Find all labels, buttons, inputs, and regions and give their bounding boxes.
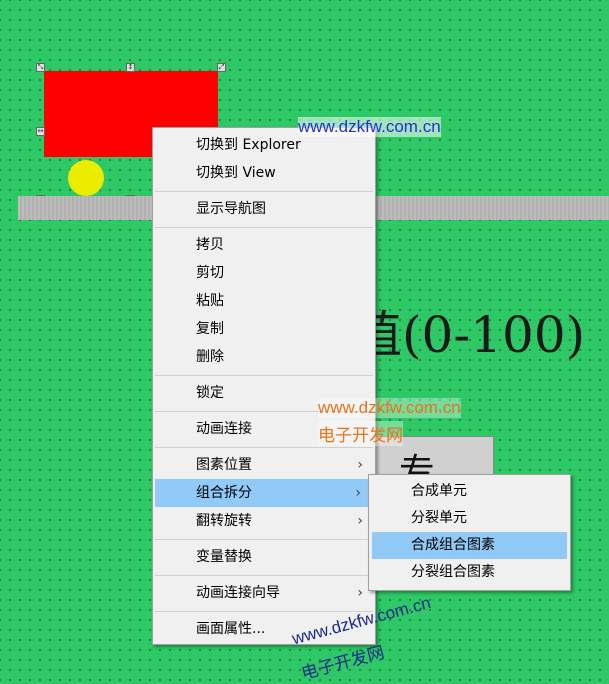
menu-item-duplicate[interactable]: 复制 xyxy=(153,315,375,343)
menu-separator xyxy=(155,575,373,576)
submenu-item-merge-group[interactable]: 合成组合图素 xyxy=(372,532,567,559)
yellow-circle-shape[interactable] xyxy=(68,160,104,196)
submenu-item-merge-unit[interactable]: 合成单元 xyxy=(369,478,570,505)
menu-item-variable-replace[interactable]: 变量替换 xyxy=(153,543,375,571)
chevron-right-icon: › xyxy=(357,585,363,601)
menu-item-label: 组合拆分 xyxy=(196,485,252,501)
resize-handle-icon[interactable]: ↕ xyxy=(126,63,135,72)
menu-item-cut[interactable]: 剪切 xyxy=(153,259,375,287)
menu-item-delete[interactable]: 删除 xyxy=(153,343,375,371)
menu-item-label: 图素位置 xyxy=(196,457,252,473)
resize-handle-icon[interactable]: ↔ xyxy=(36,127,45,136)
menu-item-element-position[interactable]: 图素位置 › xyxy=(153,451,375,479)
menu-item-label: 翻转旋转 xyxy=(196,513,252,529)
watermark-cn: 电子开发网 xyxy=(318,421,403,446)
menu-separator xyxy=(155,447,373,448)
group-split-submenu: 合成单元 分裂单元 合成组合图素 分裂组合图素 xyxy=(368,474,571,591)
menu-separator xyxy=(155,611,373,612)
submenu-item-split-group[interactable]: 分裂组合图素 xyxy=(369,559,570,586)
menu-item-flip-rotate[interactable]: 翻转旋转 › xyxy=(153,507,375,535)
menu-separator xyxy=(155,375,373,376)
menu-item-copy[interactable]: 拷贝 xyxy=(153,231,375,259)
menu-item-show-navigator[interactable]: 显示导航图 xyxy=(153,195,375,223)
context-menu: 切换到 Explorer 切换到 View 显示导航图 拷贝 剪切 粘贴 复制 … xyxy=(152,127,376,645)
chevron-right-icon: › xyxy=(357,457,363,473)
resize-handle-icon[interactable]: ⤡ xyxy=(36,63,45,72)
chevron-right-icon: › xyxy=(355,485,361,501)
menu-separator xyxy=(155,539,373,540)
watermark-url: www.dzkfw.com.cn xyxy=(298,117,441,137)
submenu-item-split-unit[interactable]: 分裂单元 xyxy=(369,505,570,532)
menu-item-label: 动画连接向导 xyxy=(196,585,280,601)
menu-item-group-split[interactable]: 组合拆分 › xyxy=(155,479,373,507)
value-label-text: 值(0-100) xyxy=(352,306,586,364)
menu-item-switch-view[interactable]: 切换到 View xyxy=(153,159,375,187)
watermark-url: www.dzkfw.com.cn xyxy=(318,398,461,418)
menu-item-paste[interactable]: 粘贴 xyxy=(153,287,375,315)
menu-separator xyxy=(155,227,373,228)
chevron-right-icon: › xyxy=(357,513,363,529)
menu-item-animation-wizard[interactable]: 动画连接向导 › xyxy=(153,579,375,607)
resize-handle-icon[interactable]: ⤢ xyxy=(217,63,226,72)
menu-separator xyxy=(155,191,373,192)
